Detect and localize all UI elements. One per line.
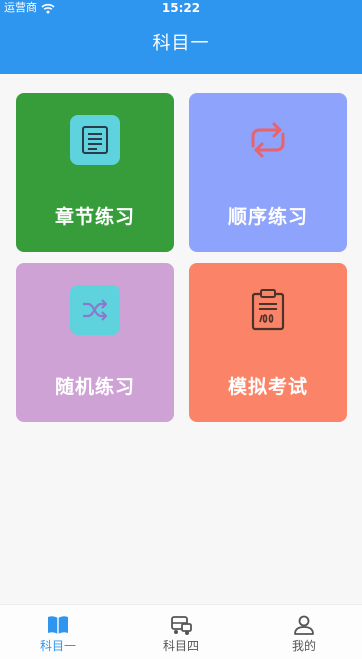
- tab-label: 科目一: [39, 639, 76, 653]
- card-label: 模拟考试: [227, 376, 308, 398]
- tab-subject-four[interactable]: 科目四: [121, 605, 241, 659]
- chapter-practice-card[interactable]: 章节练习: [16, 93, 174, 252]
- card-label: 顺序练习: [227, 206, 308, 228]
- page-title: 科目一: [152, 33, 210, 54]
- shuffle-icon: [70, 285, 120, 335]
- book-icon: [48, 616, 68, 634]
- bottom-tab-bar: 科目一 科目四 我的: [0, 604, 362, 659]
- tab-profile[interactable]: 我的: [244, 605, 362, 659]
- random-practice-card[interactable]: 随机练习: [16, 263, 174, 422]
- card-label: 随机练习: [54, 376, 135, 398]
- status-time: 15:22: [161, 1, 201, 15]
- status-bar: 运营商 15:22: [0, 0, 362, 16]
- document-list-icon: [70, 115, 120, 165]
- car-icon: [171, 616, 192, 635]
- sequential-practice-card[interactable]: 顺序练习: [189, 93, 347, 252]
- card-label: 章节练习: [54, 206, 135, 228]
- mock-exam-card[interactable]: 模拟考试: [189, 263, 347, 422]
- tab-label: 科目四: [162, 639, 199, 653]
- exam-clipboard-icon: [243, 285, 293, 335]
- app-header: 运营商 15:22 科目一: [0, 0, 362, 74]
- loop-icon: [243, 115, 293, 165]
- tab-subject-one[interactable]: 科目一: [0, 605, 118, 659]
- tab-label: 我的: [291, 639, 316, 653]
- person-icon: [294, 615, 314, 635]
